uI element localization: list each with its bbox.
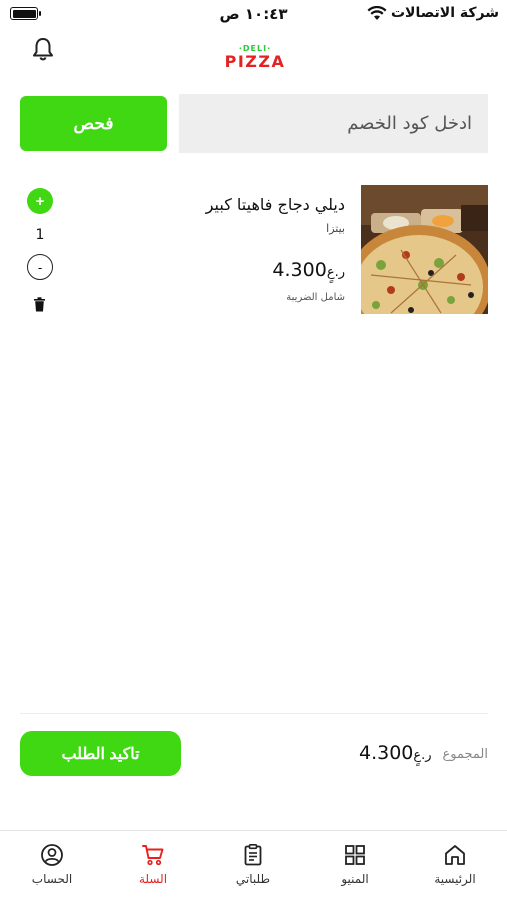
- tab-home-label: الرئيسية: [434, 872, 476, 886]
- tab-menu-label: المنيو: [341, 872, 369, 886]
- tab-cart[interactable]: السلة: [113, 843, 193, 886]
- home-icon: [445, 845, 465, 865]
- increase-quantity-button[interactable]: +: [27, 188, 53, 214]
- grid-icon: [345, 845, 365, 865]
- total-value: 4.300ر.عٍ: [359, 742, 432, 764]
- wifi-icon: [367, 5, 387, 20]
- carrier-label: شركة الاتصالات: [390, 5, 499, 21]
- item-price: 4.300ر.عٍ: [272, 259, 345, 281]
- check-coupon-button[interactable]: فحص: [20, 96, 167, 151]
- item-name: ديلي دجاج فاهيتا كبير: [205, 195, 345, 214]
- item-price-value: 4.300: [272, 259, 327, 281]
- total-amount: 4.300: [359, 742, 414, 764]
- bottom-tab-bar: الرئيسية المنيو طلباتي السلة الحساب: [0, 830, 507, 900]
- tab-orders[interactable]: طلباتي: [213, 843, 293, 886]
- brand-logo: ·DELI· PIZZA: [224, 44, 286, 74]
- decrease-quantity-button[interactable]: -: [27, 254, 53, 280]
- item-tax-note: شامل الضريبة: [286, 292, 345, 303]
- total-label: المجموع: [442, 747, 488, 762]
- tab-account[interactable]: الحساب: [12, 843, 92, 886]
- total-currency: ر.عٍ: [413, 748, 432, 763]
- pizza-image: [361, 185, 488, 314]
- tab-home[interactable]: الرئيسية: [415, 843, 495, 886]
- clipboard-icon: [244, 843, 262, 866]
- tab-account-label: الحساب: [31, 872, 73, 886]
- cart-icon: [142, 845, 164, 866]
- coupon-code-input[interactable]: ادخل كود الخصم: [179, 94, 488, 153]
- item-category: بيتزا: [326, 222, 345, 235]
- summary-divider: [20, 713, 488, 714]
- tab-menu[interactable]: المنيو: [315, 843, 395, 886]
- logo-pizza-text: PIZZA: [224, 52, 286, 71]
- trash-icon[interactable]: [33, 297, 46, 312]
- status-carrier: شركة الاتصالات: [367, 5, 499, 21]
- confirm-order-button[interactable]: تاكيد الطلب: [20, 731, 181, 776]
- status-bar: ١٠:٤٣ ص شركة الاتصالات: [0, 0, 507, 30]
- item-price-currency: ر.عٍ: [326, 265, 345, 280]
- tab-orders-label: طلباتي: [235, 872, 271, 886]
- user-icon: [41, 844, 63, 866]
- quantity-value: 1: [35, 227, 45, 243]
- notification-bell-icon[interactable]: [30, 36, 56, 62]
- tab-cart-label: السلة: [138, 872, 168, 886]
